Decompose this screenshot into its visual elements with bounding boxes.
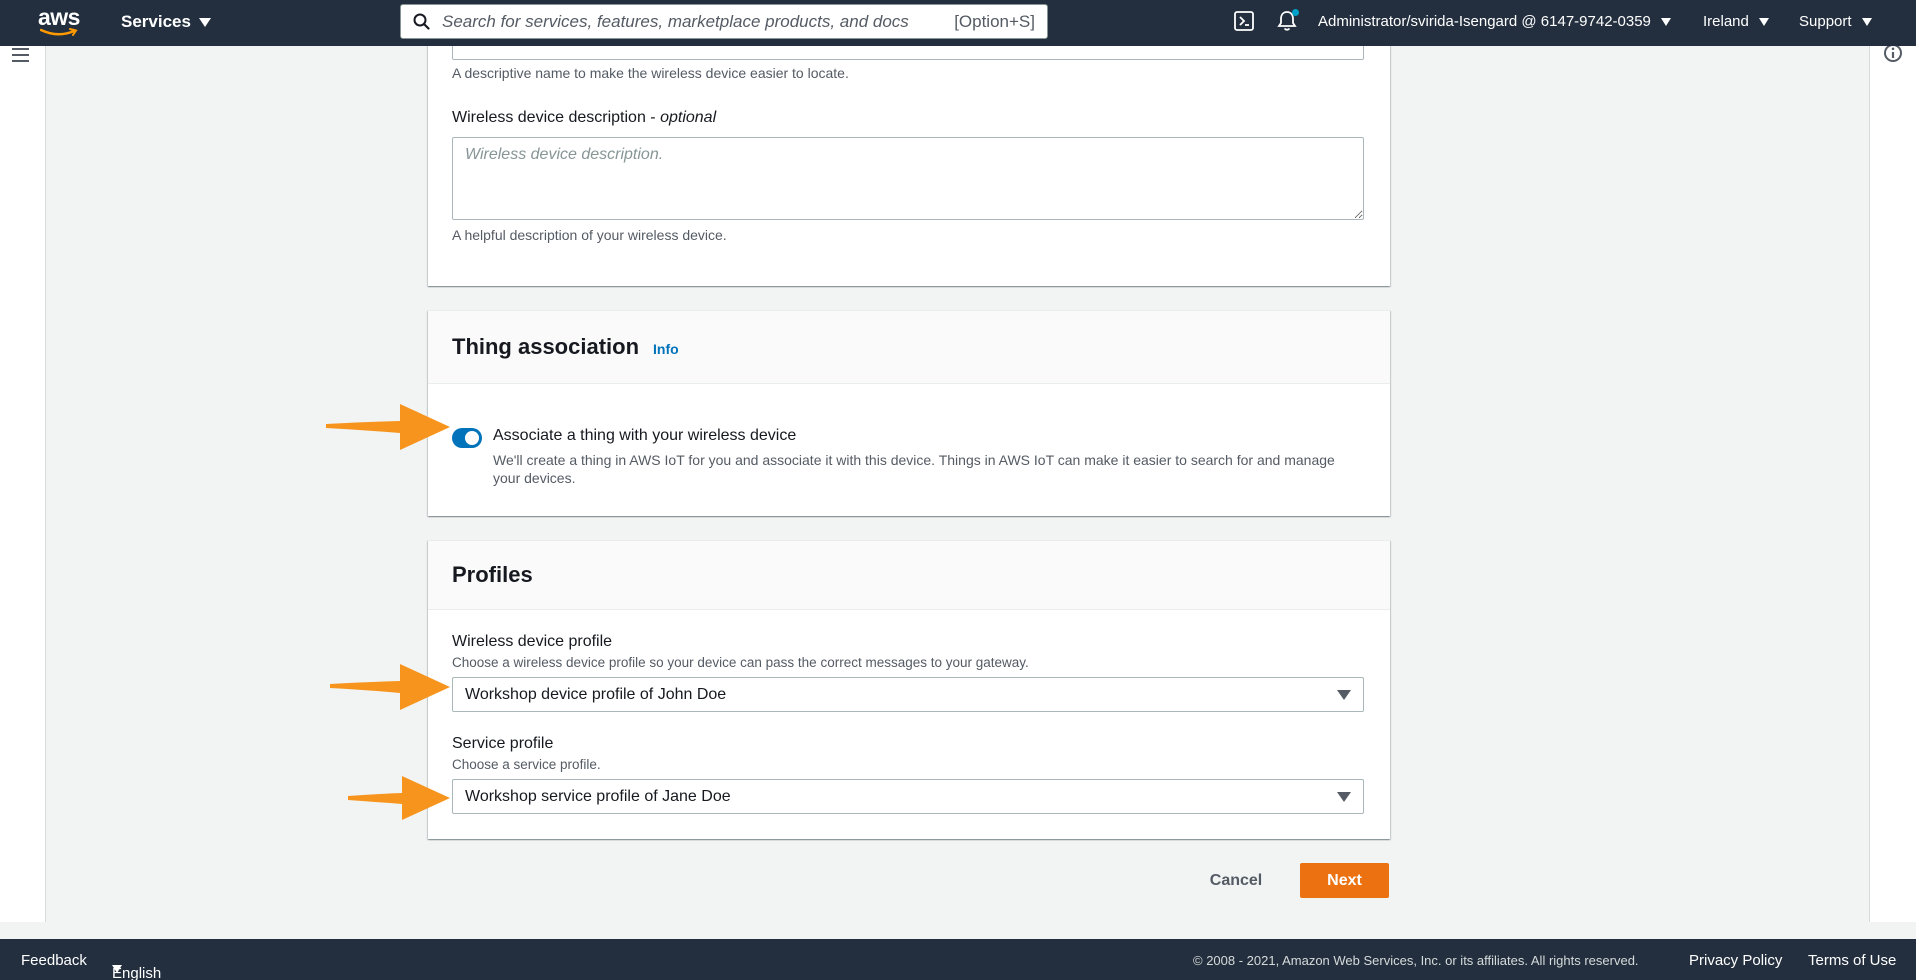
info-link[interactable]: Info (653, 341, 679, 357)
privacy-policy-link[interactable]: Privacy Policy (1689, 952, 1782, 969)
smile-icon (40, 28, 78, 36)
description-textarea[interactable] (452, 137, 1364, 220)
toggle-label: Associate a thing with your wireless dev… (493, 427, 797, 444)
search-icon (413, 13, 430, 30)
annotation-arrow-icon (326, 404, 450, 450)
search-shortcut: [Option+S] (954, 11, 1035, 31)
toggle-knob (465, 431, 479, 445)
next-button[interactable]: Next (1300, 863, 1389, 898)
account-menu[interactable]: Administrator/svirida-Isengard @ 6147-97… (1318, 13, 1671, 30)
caret-down-icon (1758, 17, 1769, 26)
service-profile-hint: Choose a service profile. (452, 757, 601, 772)
search-bar[interactable]: [Option+S] (400, 4, 1048, 39)
device-name-hint: A descriptive name to make the wireless … (452, 65, 849, 81)
notification-dot (1292, 9, 1299, 16)
cloudshell-button[interactable] (1234, 11, 1254, 36)
description-label: Wireless device description - optional (452, 109, 716, 127)
service-profile-value: Workshop service profile of Jane Doe (465, 787, 731, 805)
copyright-text: © 2008 - 2021, Amazon Web Services, Inc.… (1193, 953, 1639, 968)
caret-down-icon (112, 965, 122, 973)
region-menu[interactable]: Ireland (1703, 13, 1769, 30)
feedback-link[interactable]: Feedback (21, 952, 87, 969)
terms-of-use-link[interactable]: Terms of Use (1808, 952, 1896, 969)
top-navigation: aws Services [Option+S] Administrator/sv (0, 0, 1916, 46)
device-profile-label: Wireless device profile (452, 633, 613, 650)
description-hint: A helpful description of your wireless d… (452, 227, 727, 243)
footer: Feedback English (US) © 2008 - 2021, Ama… (0, 939, 1916, 980)
associate-thing-toggle[interactable] (452, 428, 482, 448)
tools-info-button[interactable] (1883, 43, 1903, 68)
profiles-panel: Profiles Wireless device profile Choose … (428, 540, 1390, 839)
caret-down-icon (1660, 17, 1671, 26)
panel-header: Profiles (428, 541, 1390, 610)
thing-association-panel: Thing association Info Associate a thing… (428, 310, 1390, 516)
search-input[interactable] (442, 11, 942, 32)
account-label: Administrator/svirida-Isengard @ 6147-97… (1318, 13, 1651, 30)
annotation-arrow-icon (348, 776, 450, 820)
region-label: Ireland (1703, 13, 1749, 30)
menu-toggle-button[interactable] (11, 47, 30, 68)
support-label: Support (1799, 13, 1852, 30)
cancel-button[interactable]: Cancel (1195, 867, 1277, 895)
optional-label: optional (660, 109, 717, 126)
caret-down-icon (198, 17, 211, 27)
hamburger-icon (12, 48, 29, 62)
right-tools-rail (1869, 46, 1916, 922)
panel-header: Thing association Info (428, 311, 1390, 384)
panel-title: Thing association (452, 334, 640, 359)
toggle-description: We'll create a thing in AWS IoT for you … (493, 452, 1335, 486)
device-details-panel: A descriptive name to make the wireless … (428, 30, 1390, 286)
caret-down-icon (1861, 17, 1872, 26)
info-circle-icon (1884, 44, 1902, 62)
panel-title: Profiles (452, 562, 533, 587)
device-profile-select[interactable]: Workshop device profile of John Doe (452, 677, 1364, 712)
service-profile-label: Service profile (452, 735, 554, 752)
left-navigation-rail (0, 46, 46, 922)
notifications-button[interactable] (1277, 9, 1299, 37)
aws-logo[interactable]: aws (38, 6, 84, 40)
annotation-arrow-icon (330, 664, 450, 710)
caret-down-icon (1337, 792, 1351, 802)
device-profile-value: Workshop device profile of John Doe (465, 685, 727, 703)
description-label-text: Wireless device description - (452, 109, 661, 126)
services-menu[interactable]: Services (121, 12, 211, 32)
service-profile-select[interactable]: Workshop service profile of Jane Doe (452, 779, 1364, 814)
services-label: Services (121, 12, 191, 31)
caret-down-icon (1337, 690, 1351, 700)
device-profile-hint: Choose a wireless device profile so your… (452, 655, 1029, 670)
cloudshell-icon (1234, 11, 1254, 31)
support-menu[interactable]: Support (1799, 13, 1872, 30)
logo-text: aws (38, 4, 80, 30)
